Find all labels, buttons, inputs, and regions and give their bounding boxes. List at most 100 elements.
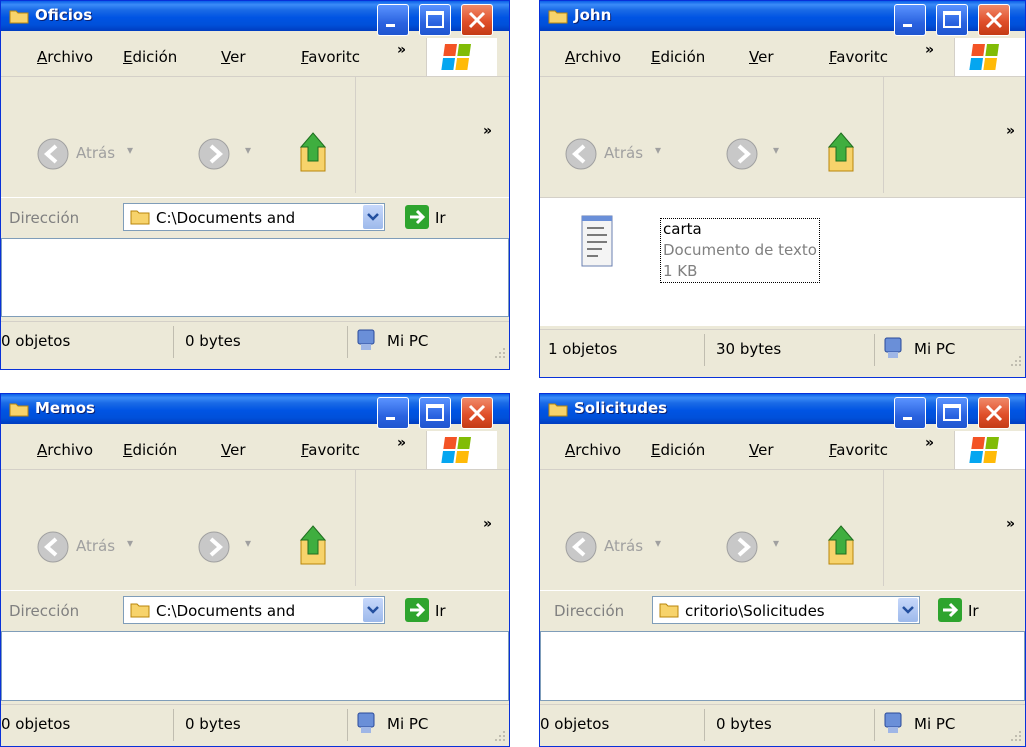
title-bar[interactable]: Memos	[1, 394, 509, 429]
close-button[interactable]	[461, 397, 493, 429]
address-input[interactable]: C:\Documents and	[123, 596, 385, 624]
menu-overflow-chevron[interactable]: »	[397, 42, 406, 58]
menu-archivo[interactable]: Archivo	[565, 441, 621, 459]
address-dropdown-button[interactable]	[363, 205, 383, 229]
menu-favoritos[interactable]: Favoritc	[301, 441, 360, 459]
menu-ver-rest: er	[230, 48, 246, 66]
menu-overflow-chevron[interactable]: »	[925, 435, 934, 451]
minimize-button[interactable]	[377, 397, 409, 429]
up-folder-icon[interactable]	[295, 129, 335, 175]
chevron-down-icon	[902, 606, 914, 614]
windows-logo	[426, 38, 497, 76]
menu-ver[interactable]: Ver	[221, 48, 246, 66]
back-arrow-icon[interactable]	[36, 137, 70, 171]
folder-icon	[659, 603, 679, 618]
go-arrow-icon[interactable]	[405, 598, 429, 622]
back-button-label[interactable]: Atrás	[604, 144, 643, 162]
menu-favoritos[interactable]: Favoritc	[829, 48, 888, 66]
status-divider	[347, 709, 348, 741]
menu-edicion[interactable]: Edición	[651, 441, 705, 459]
back-arrow-icon[interactable]	[564, 137, 598, 171]
address-dropdown-button[interactable]	[363, 598, 383, 622]
address-input[interactable]: critorio\Solicitudes	[652, 596, 920, 624]
forward-dropdown-icon[interactable]: ▾	[773, 143, 779, 157]
menu-ver[interactable]: Ver	[221, 441, 246, 459]
menu-edicion[interactable]: Edición	[123, 441, 177, 459]
windows-flag-icon	[969, 437, 999, 463]
notepad-document-icon	[581, 215, 613, 267]
toolbar-overflow-chevron[interactable]: »	[1006, 123, 1015, 139]
up-folder-icon[interactable]	[295, 522, 335, 568]
forward-arrow-icon[interactable]	[725, 530, 759, 564]
menu-ver[interactable]: Ver	[749, 48, 774, 66]
menu-favoritos-rest: avoritc	[308, 441, 360, 459]
title-bar[interactable]: John	[540, 1, 1025, 36]
menu-archivo[interactable]: Archivo	[37, 48, 93, 66]
forward-dropdown-icon[interactable]: ▾	[245, 143, 251, 157]
title-bar[interactable]: Oficios	[1, 1, 509, 36]
go-button-label[interactable]: Ir	[968, 602, 979, 620]
forward-arrow-icon[interactable]	[197, 137, 231, 171]
back-arrow-icon[interactable]	[36, 530, 70, 564]
close-icon	[985, 404, 1003, 422]
forward-dropdown-icon[interactable]: ▾	[245, 536, 251, 550]
back-button-label[interactable]: Atrás	[604, 537, 643, 555]
address-dropdown-button[interactable]	[898, 598, 918, 622]
back-dropdown-icon[interactable]: ▾	[655, 536, 661, 550]
minimize-button[interactable]	[894, 4, 926, 36]
menu-ver[interactable]: Ver	[749, 441, 774, 459]
menu-edicion[interactable]: Edición	[123, 48, 177, 66]
toolbar-overflow-chevron[interactable]: »	[1006, 516, 1015, 532]
toolbar-overflow-chevron[interactable]: »	[483, 516, 492, 532]
resize-grip-icon[interactable]	[493, 729, 507, 743]
navigation-toolbar: Atrás ▾ ▾ »	[1, 77, 509, 197]
minimize-button[interactable]	[894, 397, 926, 429]
close-button[interactable]	[461, 4, 493, 36]
toolbar-overflow-chevron[interactable]: »	[483, 123, 492, 139]
maximize-button[interactable]	[936, 4, 968, 36]
menu-edicion[interactable]: Edición	[651, 48, 705, 66]
back-arrow-icon[interactable]	[564, 530, 598, 564]
title-bar[interactable]: Solicitudes	[540, 394, 1025, 429]
minimize-button[interactable]	[377, 4, 409, 36]
file-label: carta Documento de texto 1 KB	[660, 218, 820, 283]
up-folder-icon[interactable]	[823, 129, 863, 175]
go-button-label[interactable]: Ir	[435, 209, 446, 227]
back-dropdown-icon[interactable]: ▾	[127, 536, 133, 550]
file-list-area[interactable]: carta Documento de texto 1 KB	[540, 197, 1025, 326]
go-button-label[interactable]: Ir	[435, 602, 446, 620]
maximize-button[interactable]	[419, 397, 451, 429]
close-button[interactable]	[978, 4, 1010, 36]
maximize-button[interactable]	[419, 4, 451, 36]
forward-arrow-icon[interactable]	[725, 137, 759, 171]
menu-overflow-chevron[interactable]: »	[397, 435, 406, 451]
back-dropdown-icon[interactable]: ▾	[655, 143, 661, 157]
go-arrow-icon[interactable]	[938, 598, 962, 622]
resize-grip-icon[interactable]	[1009, 729, 1023, 743]
forward-arrow-icon[interactable]	[197, 530, 231, 564]
menu-favoritos[interactable]: Favoritc	[301, 48, 360, 66]
go-arrow-icon[interactable]	[405, 205, 429, 229]
status-bar: 1 objetos 30 bytes Mi PC	[540, 329, 1025, 370]
toolbar-separator	[355, 470, 356, 586]
back-button-label[interactable]: Atrás	[76, 537, 115, 555]
resize-grip-icon[interactable]	[493, 346, 507, 360]
file-list-area[interactable]	[1, 238, 509, 317]
folder-icon	[9, 10, 29, 24]
maximize-button[interactable]	[936, 397, 968, 429]
forward-dropdown-icon[interactable]: ▾	[773, 536, 779, 550]
menu-overflow-chevron[interactable]: »	[925, 42, 934, 58]
address-input[interactable]: C:\Documents and	[123, 203, 385, 231]
resize-grip-icon[interactable]	[1009, 354, 1023, 368]
back-dropdown-icon[interactable]: ▾	[127, 143, 133, 157]
window-title: Memos	[35, 399, 95, 417]
file-list-area[interactable]	[540, 631, 1025, 701]
file-list-area[interactable]	[1, 631, 509, 701]
close-button[interactable]	[978, 397, 1010, 429]
back-button-label[interactable]: Atrás	[76, 144, 115, 162]
up-folder-icon[interactable]	[823, 522, 863, 568]
menu-archivo[interactable]: Archivo	[37, 441, 93, 459]
menu-favoritos[interactable]: Favoritc	[829, 441, 888, 459]
menu-archivo[interactable]: Archivo	[565, 48, 621, 66]
file-size: 1 KB	[663, 262, 698, 280]
